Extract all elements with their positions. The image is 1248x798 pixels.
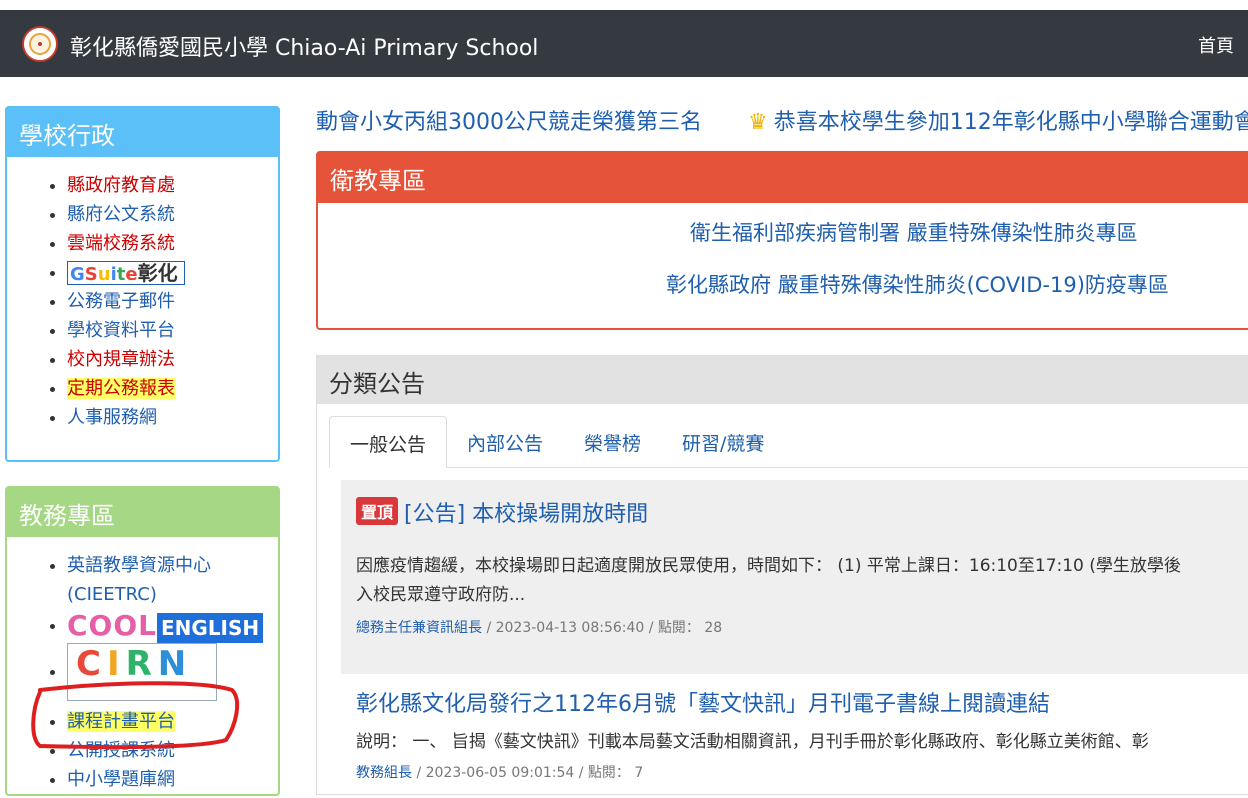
link-cdc-covid-zone[interactable]: 衛生福利部疾病管制署 嚴重特殊傳染性肺炎專區 <box>690 217 1138 247</box>
news-author-link[interactable]: 教務組長 <box>356 765 412 781</box>
link-question-bank[interactable]: 中小學題庫網 <box>67 769 175 790</box>
health-card: 衛教專區 衛生福利部疾病管制署 嚴重特殊傳染性肺炎專區 彰化縣政府 嚴重特殊傳染… <box>316 151 1248 330</box>
news-title-link[interactable]: [公告] 本校操場開放時間 <box>404 502 648 527</box>
news-title-link[interactable]: 彰化縣文化局發行之112年6月號「藝文快訊」月刊電子書線上閱讀連結 <box>356 686 1050 718</box>
news-meta: 教務組長 / 2023-06-05 09:01:54 / 點閱： 7 <box>356 762 643 782</box>
link-open-class-system[interactable]: 公開授課系統 <box>67 740 175 761</box>
tab-honor-roll[interactable]: 榮譽榜 <box>584 416 641 468</box>
news-author-link[interactable]: 總務主任兼資訊組長 <box>356 620 482 636</box>
list-item: GSuite彰化 <box>67 258 278 287</box>
list-item: 學校資料平台 <box>67 316 278 345</box>
news-excerpt-line: 因應疫情趨緩，本校操場即日起適度開放民眾使用，時間如下： (1) 平常上課日：1… <box>356 556 1181 576</box>
link-county-education[interactable]: 縣政府教育處 <box>67 175 175 196</box>
list-item: 課程計畫平台 <box>67 707 278 736</box>
list-item: COOLENGLISH <box>67 611 278 643</box>
academic-link-list: 英語教學資源中心 (CIEETRC) COOLENGLISH CIRN 課程計畫… <box>7 537 278 794</box>
gsuite-logo-link[interactable]: GSuite彰化 <box>67 261 185 285</box>
tab-workshop-competition[interactable]: 研習/競賽 <box>682 416 764 468</box>
marquee-text-2[interactable]: 恭喜本校學生參加112年彰化縣中小學聯合運動會小 <box>774 110 1248 135</box>
list-item: 縣政府教育處 <box>67 171 278 200</box>
card-title-academic: 教務專區 <box>7 488 278 537</box>
link-school-regulations[interactable]: 校內規章辦法 <box>67 349 175 370</box>
news-excerpt-line: 入校民眾遵守政府防... <box>356 585 526 605</box>
card-title-admin: 學校行政 <box>7 108 278 157</box>
announcements-card: 分類公告 一般公告 內部公告 榮譽榜 研習/競賽 置頂 [公告] 本校操場開放時間… <box>316 355 1248 795</box>
link-periodic-reports[interactable]: 定期公務報表 <box>67 378 175 399</box>
card-title-announcements: 分類公告 <box>317 356 1248 404</box>
list-item: CIRN <box>67 643 278 701</box>
crown-icon: ♛ <box>748 110 768 135</box>
list-item: 中小學題庫網 <box>67 765 278 794</box>
list-item: 雲端校務系統 <box>67 229 278 258</box>
news-marquee[interactable]: 動會小女丙組3000公尺競走榮獲第三名 ♛ 恭喜本校學生參加112年彰化縣中小學聯合… <box>316 104 1248 140</box>
top-strip <box>0 0 1248 10</box>
list-item: 縣府公文系統 <box>67 200 278 229</box>
navbar: 彰化縣僑愛國民小學 Chiao-Ai Primary School 首頁 <box>0 10 1248 77</box>
announcement-tabs: 一般公告 內部公告 榮譽榜 研習/競賽 <box>329 416 1248 468</box>
list-item: 公開授課系統 <box>67 736 278 765</box>
link-cieetrc[interactable]: (CIEETRC) <box>67 584 157 605</box>
link-school-data-platform[interactable]: 學校資料平台 <box>67 320 175 341</box>
news-excerpt: 因應疫情趨緩，本校操場即日起適度開放民眾使用，時間如下： (1) 平常上課日：1… <box>356 552 1181 610</box>
news-meta: 總務主任兼資訊組長 / 2023-04-13 08:56:40 / 點閱： 28 <box>356 617 722 637</box>
link-curriculum-plan-platform[interactable]: 課程計畫平台 <box>67 711 175 732</box>
pinned-badge: 置頂 <box>356 497 399 525</box>
news-excerpt: 說明： 一、 旨揭《藝文快訊》刊載本局藝文活動相關資訊，月刊手冊於彰化縣政府、彰… <box>356 732 1149 752</box>
news-title-row: 置頂 [公告] 本校操場開放時間 <box>356 496 648 528</box>
news-meta-text: / 2023-04-13 08:56:40 / 點閱： 28 <box>482 620 723 636</box>
link-county-covid-zone[interactable]: 彰化縣政府 嚴重特殊傳染性肺炎(COVID-19)防疫專區 <box>666 269 1169 299</box>
link-personnel-service[interactable]: 人事服務網 <box>67 407 157 428</box>
list-item: 校內規章辦法 <box>67 345 278 374</box>
list-item: 人事服務網 <box>67 403 278 432</box>
list-item: 彰化縣文化局發行之112年6月號「藝文快訊」月刊電子書線上閱讀連結 說明： 一、… <box>341 678 1248 798</box>
admin-link-list: 縣政府教育處 縣府公文系統 雲端校務系統 GSuite彰化 公務電子郵件 學校資… <box>7 157 278 432</box>
link-english-resource-center[interactable]: 英語教學資源中心 <box>67 555 211 576</box>
list-item: 公務電子郵件 <box>67 287 278 316</box>
link-cloud-school-system[interactable]: 雲端校務系統 <box>67 233 175 254</box>
sidebar-card-admin: 學校行政 縣政府教育處 縣府公文系統 雲端校務系統 GSuite彰化 公務電子郵… <box>5 106 280 462</box>
cirn-logo-link[interactable]: CIRN <box>67 643 217 701</box>
school-logo-icon[interactable] <box>22 26 58 62</box>
tab-general[interactable]: 一般公告 <box>329 416 448 468</box>
site-title[interactable]: 彰化縣僑愛國民小學 Chiao-Ai Primary School <box>70 30 538 62</box>
marquee-text-1[interactable]: 動會小女丙組3000公尺競走榮獲第三名 <box>316 110 702 135</box>
link-document-system[interactable]: 縣府公文系統 <box>67 204 175 225</box>
tab-internal[interactable]: 內部公告 <box>467 416 543 468</box>
list-item: 英語教學資源中心 (CIEETRC) <box>67 551 278 609</box>
news-meta-text: / 2023-06-05 09:01:54 / 點閱： 7 <box>412 765 644 781</box>
nav-home-link[interactable]: 首頁 <box>1198 32 1234 58</box>
list-item: 置頂 [公告] 本校操場開放時間 因應疫情趨緩，本校操場即日起適度開放民眾使用，時… <box>341 480 1248 674</box>
cool-english-logo-link[interactable]: COOL ENGLISH <box>67 611 264 643</box>
list-item: 定期公務報表 <box>67 374 278 403</box>
link-official-email[interactable]: 公務電子郵件 <box>67 291 175 312</box>
sidebar-card-academic: 教務專區 英語教學資源中心 (CIEETRC) COOLENGLISH CIRN… <box>5 486 280 796</box>
card-title-health: 衛教專區 <box>318 153 1248 203</box>
